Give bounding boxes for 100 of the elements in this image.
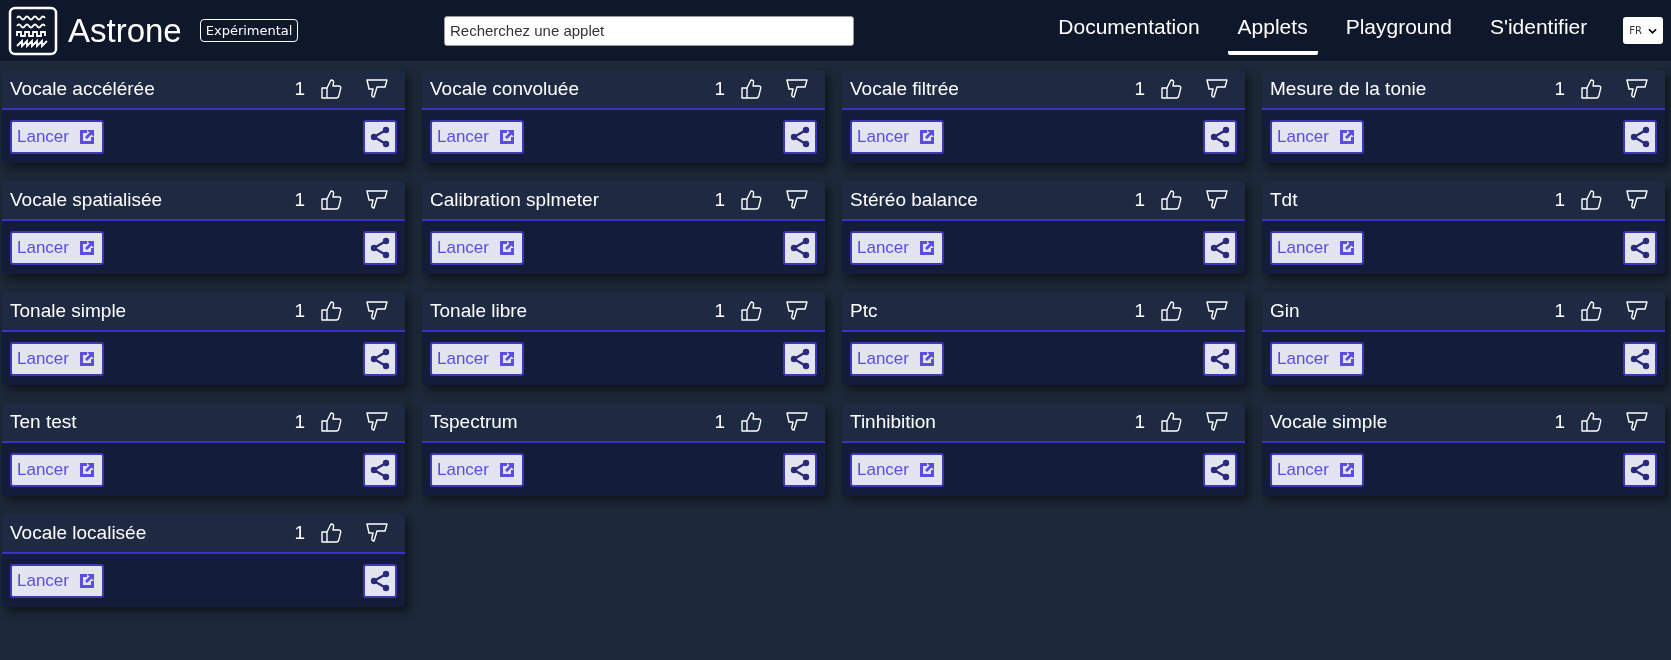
applet-title: Calibration splmeter xyxy=(430,189,600,211)
search-field[interactable]: Recherchez une applet xyxy=(444,15,854,46)
share-button[interactable] xyxy=(783,452,817,487)
thumbs-up-icon[interactable] xyxy=(1579,188,1603,212)
launch-button[interactable]: Lancer xyxy=(10,230,104,265)
like-count: 1 xyxy=(1134,411,1145,433)
share-icon xyxy=(368,346,392,371)
like-count: 1 xyxy=(714,189,725,211)
launch-button[interactable]: Lancer xyxy=(850,341,944,376)
share-icon xyxy=(1628,235,1652,260)
thumbs-down-icon[interactable] xyxy=(1205,410,1229,434)
thumbs-down-icon[interactable] xyxy=(365,410,389,434)
thumbs-down-icon[interactable] xyxy=(1625,410,1649,434)
thumbs-down-icon[interactable] xyxy=(365,299,389,323)
thumbs-down-icon[interactable] xyxy=(365,521,389,545)
launch-button[interactable]: Lancer xyxy=(430,119,524,154)
launch-button[interactable]: Lancer xyxy=(10,341,104,376)
thumbs-up-icon[interactable] xyxy=(319,77,343,101)
like-count: 1 xyxy=(714,411,725,433)
nav-link[interactable]: Documentation xyxy=(1048,6,1210,55)
thumbs-up-icon[interactable] xyxy=(739,410,763,434)
launch-button[interactable]: Lancer xyxy=(1270,341,1364,376)
share-icon xyxy=(1208,235,1232,260)
share-button[interactable] xyxy=(363,341,397,376)
share-icon xyxy=(1208,457,1232,482)
thumbs-down-icon[interactable] xyxy=(365,188,389,212)
thumbs-down-icon[interactable] xyxy=(785,77,809,101)
share-icon xyxy=(788,124,812,149)
launch-button[interactable]: Lancer xyxy=(430,452,524,487)
thumbs-down-icon[interactable] xyxy=(1625,77,1649,101)
thumbs-down-icon[interactable] xyxy=(1625,299,1649,323)
thumbs-up-icon[interactable] xyxy=(319,299,343,323)
thumbs-up-icon[interactable] xyxy=(739,299,763,323)
share-icon xyxy=(368,124,392,149)
thumbs-up-icon[interactable] xyxy=(1159,410,1183,434)
thumbs-down-icon[interactable] xyxy=(365,77,389,101)
launch-button[interactable]: Lancer xyxy=(1270,452,1364,487)
thumbs-up-icon[interactable] xyxy=(739,77,763,101)
share-button[interactable] xyxy=(783,119,817,154)
language-select[interactable]: FR xyxy=(1623,17,1663,44)
thumbs-down-icon[interactable] xyxy=(1205,77,1229,101)
share-icon xyxy=(788,457,812,482)
share-button[interactable] xyxy=(363,563,397,598)
waveform-logo-icon xyxy=(8,5,58,56)
like-count: 1 xyxy=(294,78,305,100)
launch-button[interactable]: Lancer xyxy=(10,452,104,487)
thumbs-up-icon[interactable] xyxy=(319,410,343,434)
share-button[interactable] xyxy=(1623,230,1657,265)
nav-link[interactable]: S'identifier xyxy=(1479,6,1598,55)
launch-button[interactable]: Lancer xyxy=(850,119,944,154)
applet-title: Gin xyxy=(1270,300,1301,322)
launch-button[interactable]: Lancer xyxy=(430,341,524,376)
launch-button[interactable]: Lancer xyxy=(1270,230,1364,265)
share-button[interactable] xyxy=(1623,119,1657,154)
thumbs-down-icon[interactable] xyxy=(1205,188,1229,212)
share-button[interactable] xyxy=(363,452,397,487)
thumbs-up-icon[interactable] xyxy=(1579,77,1603,101)
launch-button[interactable]: Lancer xyxy=(850,452,944,487)
like-count: 1 xyxy=(1134,189,1145,211)
thumbs-down-icon[interactable] xyxy=(1205,299,1229,323)
like-count: 1 xyxy=(294,411,305,433)
thumbs-up-icon[interactable] xyxy=(1159,188,1183,212)
thumbs-up-icon[interactable] xyxy=(1159,77,1183,101)
thumbs-up-icon[interactable] xyxy=(1579,410,1603,434)
nav-link[interactable]: Playground xyxy=(1335,6,1462,55)
nav-link[interactable]: Applets xyxy=(1227,6,1318,55)
experimental-badge: Expérimental xyxy=(199,19,299,42)
thumbs-up-icon[interactable] xyxy=(739,188,763,212)
applet-title: Vocale localisée xyxy=(10,522,148,544)
thumbs-up-icon[interactable] xyxy=(319,188,343,212)
applet-title: Mesure de la tonie xyxy=(1270,78,1428,100)
launch-button[interactable]: Lancer xyxy=(10,119,104,154)
thumbs-down-icon[interactable] xyxy=(785,299,809,323)
applet-title: Tspectrum xyxy=(430,411,519,433)
applet-title: Vocale accélérée xyxy=(10,78,156,100)
share-icon xyxy=(368,235,392,260)
share-button[interactable] xyxy=(1623,452,1657,487)
launch-button[interactable]: Lancer xyxy=(10,563,104,598)
share-button[interactable] xyxy=(363,230,397,265)
share-icon xyxy=(1208,346,1232,371)
launch-button[interactable]: Lancer xyxy=(1270,119,1364,154)
share-icon xyxy=(1628,457,1652,482)
share-button[interactable] xyxy=(1203,230,1237,265)
thumbs-up-icon[interactable] xyxy=(1579,299,1603,323)
launch-button[interactable]: Lancer xyxy=(850,230,944,265)
share-button[interactable] xyxy=(1203,119,1237,154)
thumbs-up-icon[interactable] xyxy=(319,521,343,545)
thumbs-down-icon[interactable] xyxy=(785,410,809,434)
share-button[interactable] xyxy=(1203,341,1237,376)
launch-button[interactable]: Lancer xyxy=(430,230,524,265)
share-button[interactable] xyxy=(1623,341,1657,376)
share-button[interactable] xyxy=(783,341,817,376)
thumbs-down-icon[interactable] xyxy=(785,188,809,212)
like-count: 1 xyxy=(714,300,725,322)
share-button[interactable] xyxy=(783,230,817,265)
thumbs-up-icon[interactable] xyxy=(1159,299,1183,323)
share-button[interactable] xyxy=(1203,452,1237,487)
like-count: 1 xyxy=(1554,300,1565,322)
thumbs-down-icon[interactable] xyxy=(1625,188,1649,212)
share-button[interactable] xyxy=(363,119,397,154)
